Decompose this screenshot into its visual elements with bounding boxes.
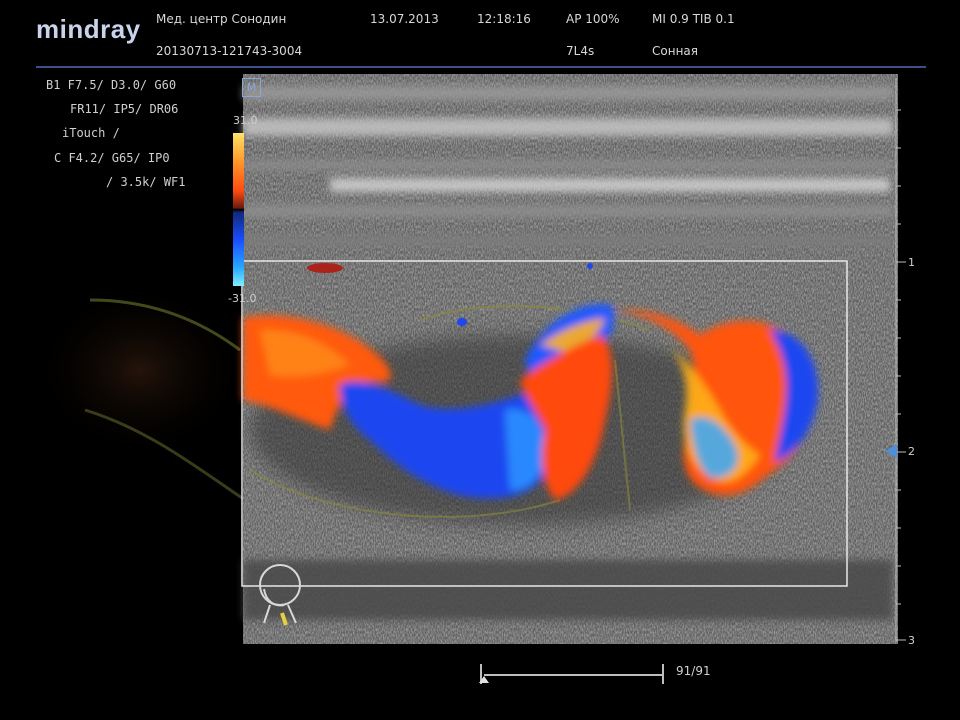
brand-logo: mindray — [36, 14, 141, 44]
cine-end-marker — [662, 664, 664, 684]
cine-frame-counter: 91/91 — [676, 664, 711, 678]
color-velocity-scale — [233, 133, 244, 286]
depth-label-2: 2 — [908, 445, 915, 458]
body-mark-neck-icon[interactable] — [250, 561, 305, 629]
color-scale-bottom-label: -31.0 — [228, 292, 257, 305]
institution-name: Мед. центр Сонодин — [156, 12, 287, 26]
param-row-b1: B1 F7.5/ D3.0/ G60 — [46, 78, 177, 92]
param-row-itouch: iTouch / — [62, 126, 120, 140]
color-scale-top-label: 31.0 — [233, 114, 258, 127]
depth-label-1: 1 — [908, 256, 915, 269]
mi-tib-index: MI 0.9 TIB 0.1 — [652, 12, 735, 26]
depth-label-3: 3 — [908, 634, 915, 647]
exam-preset: Сонная — [652, 44, 698, 58]
param-row-fr: FR11/ IP5/ DR06 — [70, 102, 179, 116]
patient-id: 20130713-121743-3004 — [156, 44, 303, 58]
param-row-color: C F4.2/ G65/ IP0 — [54, 151, 170, 165]
exam-date: 13.07.2013 — [370, 12, 439, 26]
cine-position-thumb[interactable] — [479, 676, 489, 683]
probe-name: 7L4s — [566, 44, 595, 58]
param-row-prf: / 3.5k/ WF1 — [106, 175, 186, 189]
mode-indicator-icon[interactable]: M — [242, 78, 261, 97]
acoustic-power: AP 100% — [566, 12, 620, 26]
cine-slider-icon[interactable] — [484, 674, 664, 676]
header-divider — [36, 66, 926, 68]
exam-time: 12:18:16 — [477, 12, 531, 26]
focus-marker-icon[interactable] — [885, 444, 897, 458]
